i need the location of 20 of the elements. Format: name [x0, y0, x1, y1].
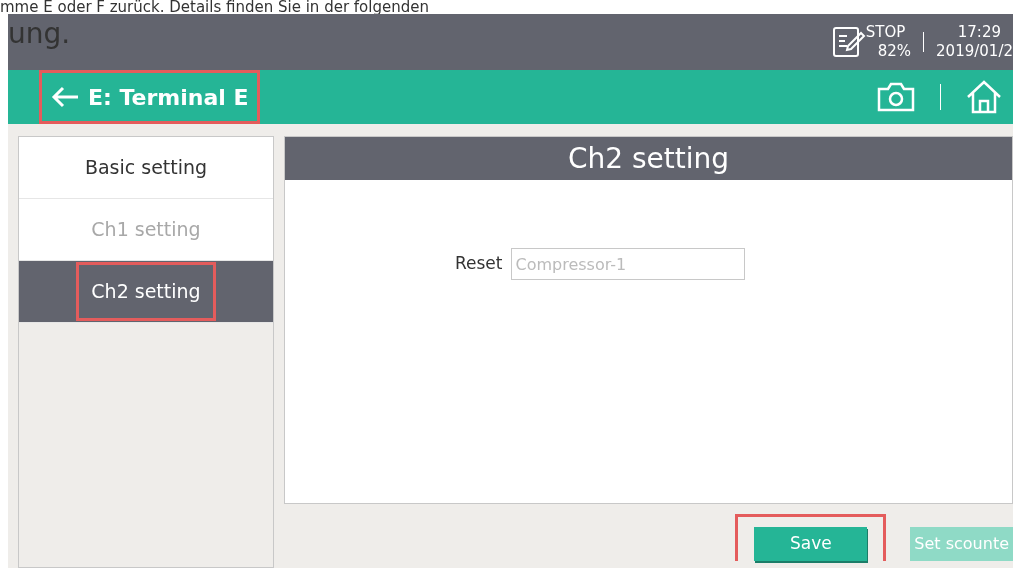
sidebar-tab[interactable]: Ch2 setting [19, 261, 273, 323]
back-button[interactable]: E: Terminal E [42, 73, 257, 121]
sidebar-tab[interactable]: Basic setting [19, 137, 273, 199]
back-arrow-icon [50, 85, 80, 109]
document-text: mme E oder F zurück. Details finden Sie in der folgenden [0, 0, 429, 14]
document-text: ung. [8, 16, 71, 52]
camera-icon[interactable] [876, 81, 916, 113]
highlight-frame: Ch2 setting [79, 265, 213, 318]
notepad-pen-icon [831, 24, 866, 60]
time-text: 17:29 [957, 23, 1001, 42]
highlight-frame: Basic setting [72, 141, 220, 194]
action-button[interactable]: Save [754, 527, 868, 561]
battery-text: 82% [877, 42, 912, 61]
panel-title: Ch2 setting [285, 137, 1012, 180]
reset-input-field[interactable]: Compressor-1 [510, 248, 745, 280]
home-icon[interactable] [965, 79, 1003, 115]
date-text: 2019/01/2 [936, 42, 1013, 61]
highlight-frame: Ch1 setting [79, 203, 213, 256]
reset-label: Reset [455, 252, 503, 276]
mode-text: STOP [865, 23, 907, 42]
